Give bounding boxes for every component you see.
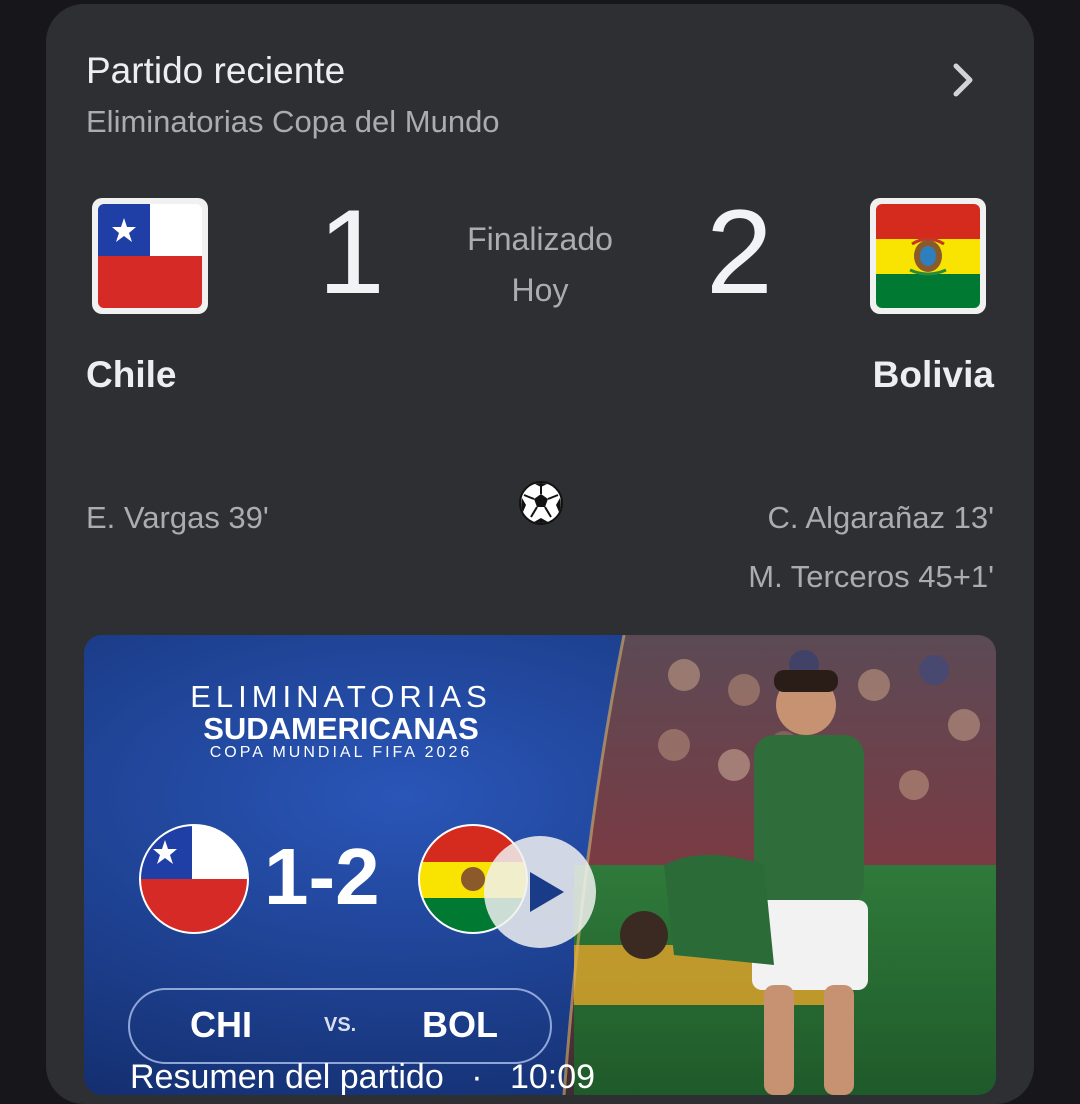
video-caption-separator: · xyxy=(471,1058,483,1095)
play-icon xyxy=(530,872,564,912)
video-title-line3: COPA MUNDIAL FIFA 2026 xyxy=(209,744,473,761)
video-caption-title: Resumen del partido xyxy=(130,1058,444,1095)
video-duration: 10:09 xyxy=(509,1058,596,1095)
video-away-code: BOL xyxy=(422,1004,498,1045)
away-scorer: C. Algarañaz 13' xyxy=(767,500,994,535)
video-vs: VS. xyxy=(324,1014,357,1036)
away-team-name: Bolivia xyxy=(872,354,994,395)
card-subtitle: Eliminatorias Copa del Mundo xyxy=(86,104,500,139)
chevron-right-icon[interactable] xyxy=(946,58,980,102)
card-title: Partido reciente xyxy=(86,50,346,91)
video-title-line1: ELIMINATORIAS xyxy=(190,679,492,714)
video-teams-pill: CHI VS. BOL xyxy=(128,988,552,1064)
bolivia-flag-icon xyxy=(870,198,986,314)
match-highlight-video[interactable]: ELIMINATORIAS SUDAMERICANAS COPA MUNDIAL… xyxy=(84,635,996,1095)
play-button[interactable] xyxy=(484,836,596,948)
soccer-ball-icon xyxy=(519,481,563,525)
video-score: 1-2 xyxy=(264,832,380,921)
video-caption: Resumen del partido · 10:09 xyxy=(130,1058,613,1095)
away-scorer: M. Terceros 45+1' xyxy=(748,559,994,594)
match-status: Finalizado Hoy xyxy=(426,214,654,316)
away-score: 2 xyxy=(706,185,773,319)
home-score: 1 xyxy=(318,185,385,319)
chile-flag-icon xyxy=(92,198,208,314)
video-home-code: CHI xyxy=(190,1004,252,1045)
recent-match-card[interactable]: Partido reciente Eliminatorias Copa del … xyxy=(46,4,1034,1104)
video-title-line2: SUDAMERICANAS xyxy=(203,711,479,746)
status-label: Finalizado xyxy=(467,221,613,257)
home-scorer: E. Vargas 39' xyxy=(86,500,269,535)
home-team-name: Chile xyxy=(86,354,177,395)
match-date: Hoy xyxy=(511,272,569,308)
